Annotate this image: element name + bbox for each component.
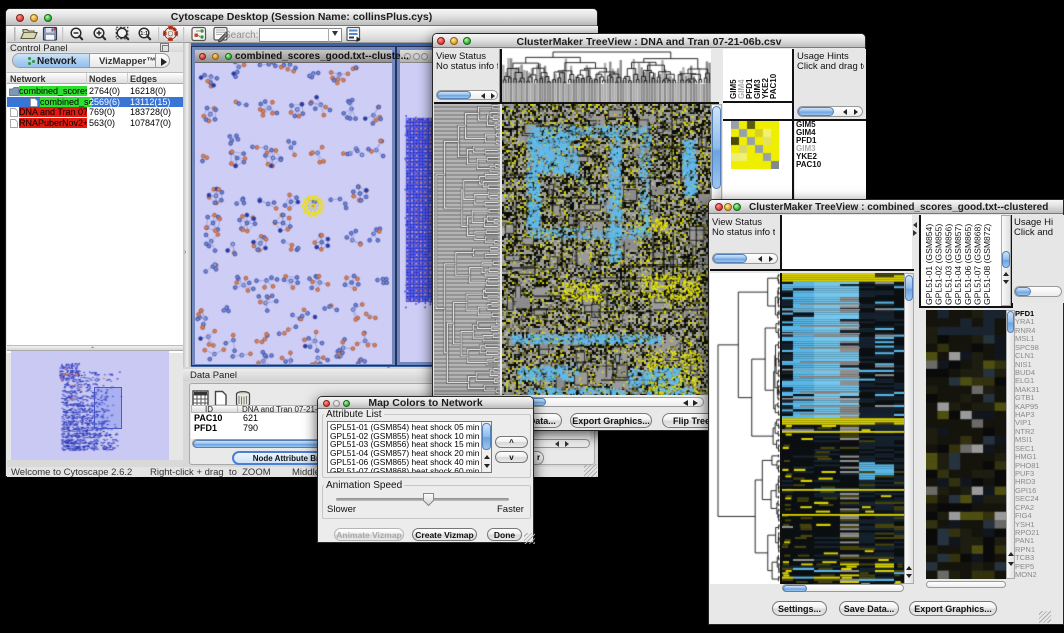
svg-text:GPL51-07 (GSM868): GPL51-07 (GSM868) — [973, 224, 983, 305]
svg-text:GPL51-04 (GSM857): GPL51-04 (GSM857) — [953, 224, 963, 305]
svg-text:GPL51-02 (GSM855): GPL51-02 (GSM855) — [934, 224, 944, 305]
svg-text:GPL51-08 (GSM872): GPL51-08 (GSM872) — [982, 224, 992, 305]
svg-text:PAC10: PAC10 — [769, 73, 778, 99]
svg-text:GPL51-01 (GSM854): GPL51-01 (GSM854) — [924, 224, 934, 305]
svg-text:GPL51-03 (GSM856): GPL51-03 (GSM856) — [943, 224, 953, 305]
svg-text:GPL51-06 (GSM865): GPL51-06 (GSM865) — [963, 224, 973, 305]
svg-text:1:1: 1:1 — [140, 31, 148, 37]
